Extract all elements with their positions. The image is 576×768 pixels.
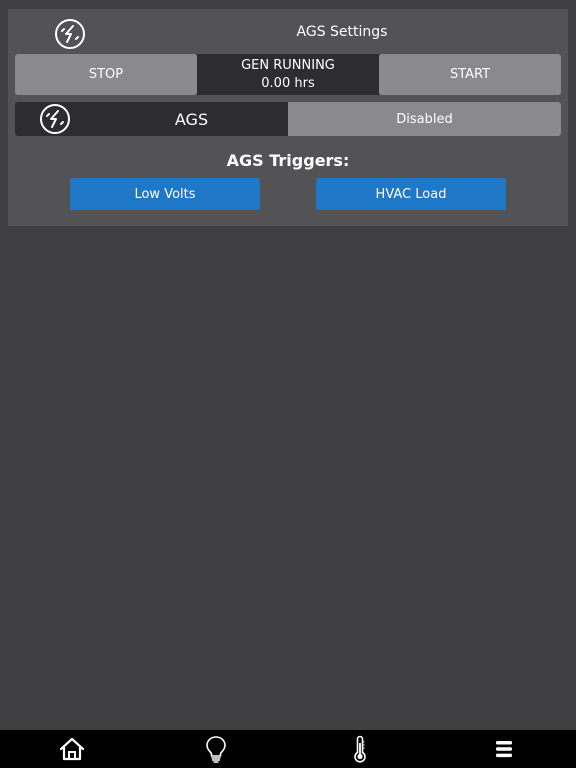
bottom-tab-bar	[0, 730, 576, 768]
ags-triggers-heading: AGS Triggers:	[226, 151, 350, 170]
menu-icon	[491, 737, 517, 761]
generator-control-row: STOP GEN RUNNING 0.00 hrs START	[15, 54, 561, 95]
low-volts-trigger-button[interactable]: Low Volts	[70, 178, 260, 210]
tab-home[interactable]	[0, 730, 144, 768]
generator-status: GEN RUNNING 0.00 hrs	[197, 54, 379, 95]
lightbulb-icon	[204, 735, 228, 763]
generator-bolt-icon	[54, 18, 86, 50]
generator-runtime: 0.00 hrs	[261, 75, 315, 91]
tab-lighting[interactable]	[144, 730, 288, 768]
generator-status-label: GEN RUNNING	[241, 57, 335, 73]
ags-state-toggle[interactable]: Disabled	[288, 102, 561, 136]
tab-menu[interactable]	[432, 730, 576, 768]
ags-settings-panel: AGS Settings STOP GEN RUNNING 0.00 hrs S…	[8, 9, 568, 226]
home-icon	[58, 735, 86, 763]
page-title: AGS Settings	[296, 24, 388, 40]
tab-climate[interactable]	[288, 730, 432, 768]
hvac-load-trigger-button[interactable]: HVAC Load	[316, 178, 506, 210]
stop-button[interactable]: STOP	[15, 54, 197, 95]
start-button[interactable]: START	[379, 54, 561, 95]
ags-label: AGS	[174, 109, 209, 129]
generator-bolt-icon	[39, 103, 71, 135]
ags-toggle-row: AGS Disabled	[15, 102, 561, 136]
thermometer-icon	[352, 735, 368, 763]
ags-label-box: AGS	[15, 102, 288, 136]
